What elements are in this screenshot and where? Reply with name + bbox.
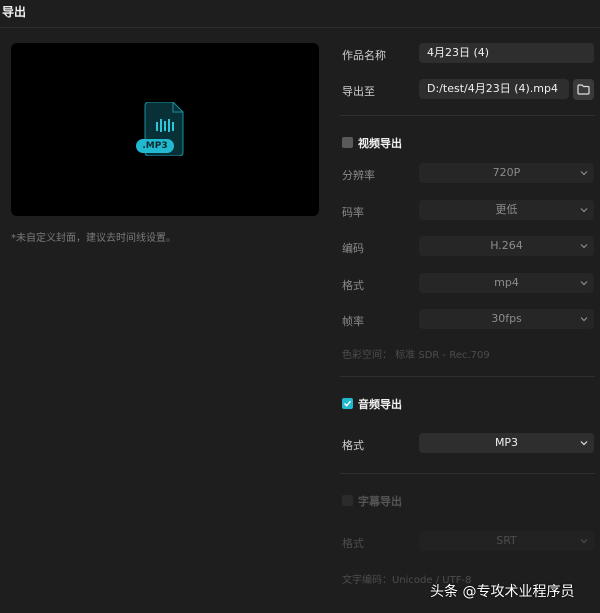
framerate-select[interactable]: 30fps <box>419 309 594 329</box>
video-export-title: 视频导出 <box>358 137 402 150</box>
folder-icon <box>577 84 590 95</box>
bitrate-label: 码率 <box>342 206 364 219</box>
resolution-select[interactable]: 720P <box>419 163 594 183</box>
export-to-label: 导出至 <box>342 85 375 98</box>
audio-format-label: 格式 <box>342 439 364 452</box>
checkmark-icon <box>343 400 352 407</box>
name-input[interactable]: 4月23日 (4) <box>419 43 594 63</box>
subtitle-export-title: 字幕导出 <box>358 495 402 508</box>
chevron-down-icon <box>580 539 588 544</box>
chevron-down-icon <box>580 441 588 446</box>
browse-folder-button[interactable] <box>573 79 594 100</box>
codec-select[interactable]: H.264 <box>419 236 594 256</box>
export-path-input[interactable]: D:/test/4月23日 (4).mp4 <box>419 79 569 99</box>
bitrate-select[interactable]: 更低 <box>419 200 594 220</box>
framerate-value: 30fps <box>491 312 522 325</box>
audio-export-title: 音频导出 <box>358 398 402 411</box>
video-format-value: mp4 <box>494 276 519 289</box>
chevron-down-icon <box>580 171 588 176</box>
framerate-label: 帧率 <box>342 315 364 328</box>
cover-note: *未自定义封面，建议去时间线设置。 <box>11 233 176 244</box>
codec-label: 编码 <box>342 242 364 255</box>
video-format-label: 格式 <box>342 279 364 292</box>
video-format-select[interactable]: mp4 <box>419 273 594 293</box>
subtitle-export-checkbox[interactable] <box>342 495 353 506</box>
audio-export-checkbox[interactable] <box>342 398 353 409</box>
audio-format-value: MP3 <box>494 436 519 449</box>
subtitle-format-label: 格式 <box>342 537 364 550</box>
export-dialog: 导出 .MP3 *未自定义封面，建议去时间线设置。 作品名称 4月23日 (4)… <box>0 0 600 613</box>
watermark: 头条 @专攻术业程序员 <box>430 584 575 600</box>
chevron-down-icon <box>580 317 588 322</box>
dialog-title: 导出 <box>2 5 27 19</box>
chevron-down-icon <box>580 208 588 213</box>
subtitle-format-select[interactable]: SRT <box>419 531 594 551</box>
file-type-badge-text: .MP3 <box>142 141 168 151</box>
chevron-down-icon <box>580 281 588 286</box>
resolution-label: 分辨率 <box>342 169 375 182</box>
chevron-down-icon <box>580 244 588 249</box>
title-bar: 导出 <box>0 0 600 28</box>
resolution-value: 720P <box>492 166 521 179</box>
bitrate-value: 更低 <box>495 203 518 216</box>
video-export-checkbox[interactable] <box>342 137 353 148</box>
name-label: 作品名称 <box>342 49 386 62</box>
divider <box>340 376 595 377</box>
divider <box>340 115 595 116</box>
divider <box>340 473 595 474</box>
audio-format-select[interactable]: MP3 <box>419 433 594 453</box>
file-type-badge: .MP3 <box>136 139 174 153</box>
codec-value: H.264 <box>490 239 523 252</box>
subtitle-format-value: SRT <box>496 534 517 547</box>
color-space-text: 色彩空间： 标准 SDR - Rec.709 <box>342 350 490 361</box>
